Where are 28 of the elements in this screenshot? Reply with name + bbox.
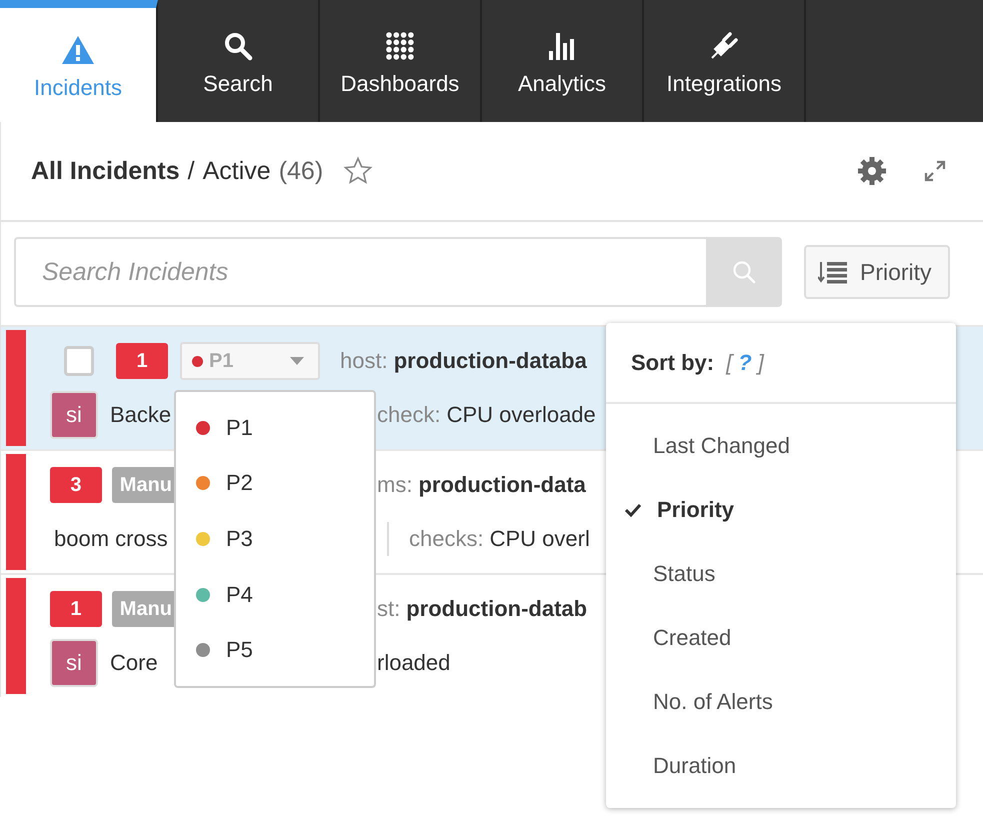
sort-title: Sort by: [631, 350, 714, 376]
detail-label: check: [377, 402, 441, 428]
incident-title: Core [110, 650, 158, 676]
detail-label: checks: [409, 526, 484, 552]
incident-title: Backe [110, 402, 172, 428]
alert-count: 3 [50, 467, 102, 503]
page-title: All Incidents [31, 156, 180, 186]
meta-label: st: [377, 596, 400, 622]
detail-value: CPU overl [490, 526, 590, 552]
alert-count: 1 [50, 591, 102, 627]
alert-count: 1 [116, 343, 168, 379]
meta-label: host: [340, 348, 388, 374]
detail-value: rloaded [377, 650, 450, 676]
avatar: si [50, 639, 98, 687]
bracket: ] [758, 350, 764, 376]
view-name: Active [202, 156, 271, 186]
meta-value: production-databa [394, 348, 587, 374]
incident-title: boom cross [54, 526, 168, 552]
avatar: si [50, 391, 98, 439]
source-tag: Manu [112, 591, 175, 627]
source-tag: Manu [112, 467, 175, 503]
meta-label: ms: [377, 472, 412, 498]
meta-value: production-data [418, 472, 586, 498]
meta-value: production-datab [406, 596, 588, 622]
bracket: [ [726, 350, 732, 376]
incident-count: (46) [278, 156, 324, 186]
separator: / [188, 156, 195, 186]
detail-value: CPU overloade [446, 402, 596, 428]
